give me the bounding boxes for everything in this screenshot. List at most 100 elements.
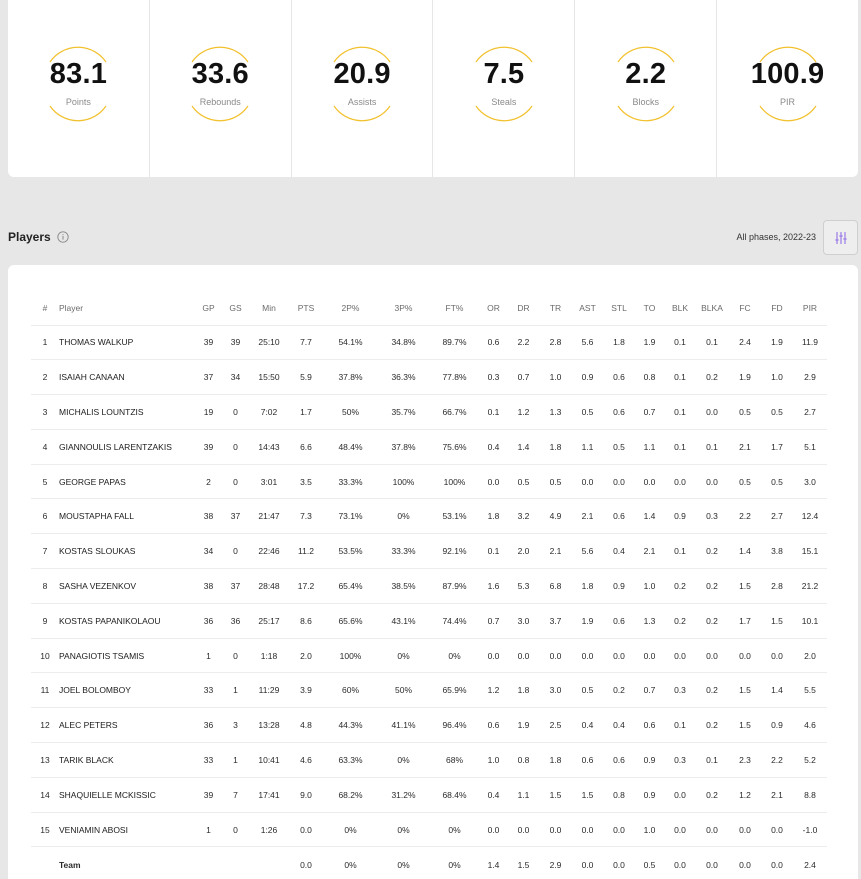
column-header[interactable]: GS <box>222 291 249 326</box>
player-name-link[interactable]: Alec Peters <box>59 707 195 744</box>
stat-cell: 1.1 <box>507 777 540 813</box>
player-name-link[interactable]: Kostas Sloukas <box>59 533 195 570</box>
stat-cell: 37.8% <box>378 429 429 465</box>
stat-label: Assists <box>347 97 377 107</box>
column-header[interactable]: GP <box>195 291 222 326</box>
column-header[interactable]: STL <box>604 291 634 326</box>
stat-cell: 0.9 <box>571 359 604 396</box>
stat-cell: 3.9 <box>289 672 323 709</box>
player-name-link[interactable]: Isaiah Canaan <box>59 359 195 396</box>
player-name-link[interactable]: Michalis Lountzis <box>59 394 195 430</box>
stat-cell: 10:41 <box>249 742 289 778</box>
column-header[interactable]: OR <box>480 291 507 326</box>
column-header[interactable]: PTS <box>289 291 323 326</box>
stat-cell: 0.0 <box>634 638 665 674</box>
column-header: Player <box>59 291 195 326</box>
player-name-link[interactable]: Sasha Vezenkov <box>59 568 195 604</box>
table-row: 5 George Papas 2 0 3:01 3.5 33.3% 100% 100% 0.0 0.… <box>31 464 827 500</box>
column-header[interactable]: TO <box>634 291 665 326</box>
stat-cell: 0.1 <box>695 325 729 361</box>
stat-cell: 39 <box>195 325 222 361</box>
stat-cell: 0.0 <box>695 464 729 500</box>
stat-cell: 1.1 <box>634 429 665 465</box>
filter-button[interactable] <box>823 220 858 255</box>
column-header[interactable]: 3P% <box>378 291 429 326</box>
column-header[interactable]: DR <box>507 291 540 326</box>
column-header[interactable]: FC <box>729 291 761 326</box>
stat-cell: 8 <box>31 568 59 604</box>
stat-cell: 2.7 <box>761 498 793 535</box>
column-header[interactable]: FT% <box>429 291 480 326</box>
stat-cell: 0.1 <box>665 429 695 465</box>
stat-cell: 0.5 <box>507 464 540 500</box>
player-name-link[interactable]: Tarik Black <box>59 742 195 778</box>
stat-cell: 1 <box>222 672 249 709</box>
player-name-link[interactable]: Kostas Papanikolaou <box>59 603 195 639</box>
players-stats-table: # Player GP GS Min PTS 2P% 3P% FT% OR DR TR AST STL TO… <box>31 291 827 879</box>
stat-cell: 1.9 <box>634 325 665 361</box>
stat-cell: 0.5 <box>761 394 793 430</box>
table-row: 7 Kostas Sloukas 34 0 22:46 11.2 53.5% 33.3% 92.… <box>31 533 827 570</box>
stat-cell: 74.4% <box>429 603 480 639</box>
player-name-link[interactable]: Veniamin Abosi <box>59 812 195 848</box>
column-header[interactable]: AST <box>571 291 604 326</box>
stat-cell: 2.5 <box>540 707 571 744</box>
stat-cell: 0.0 <box>289 812 323 848</box>
column-header[interactable]: BLK <box>665 291 695 326</box>
player-name-link[interactable]: George Papas <box>59 464 195 500</box>
table-row: 3 Michalis Lountzis 19 0 7:02 1.7 50% 35.7% 66.7… <box>31 394 827 430</box>
table-row: 6 Moustapha Fall 38 37 21:47 7.3 73.1% 0% 53.1% 1… <box>31 498 827 535</box>
stat-cell: 0.1 <box>480 394 507 430</box>
stat-cell: 1.2 <box>507 394 540 430</box>
column-header[interactable]: BLKA <box>695 291 729 326</box>
stat-cell: -1.0 <box>793 812 827 848</box>
player-name-link[interactable]: Thomas Walkup <box>59 325 195 361</box>
stat-cell: 3.8 <box>761 533 793 570</box>
stat-cell: 0.6 <box>604 498 634 535</box>
info-icon[interactable] <box>57 231 69 243</box>
column-header[interactable]: PIR <box>793 291 827 326</box>
column-header: # <box>31 291 59 326</box>
stat-cell: 5.3 <box>507 568 540 604</box>
stat-cell: 28:48 <box>249 568 289 604</box>
stat-cell: 25:10 <box>249 325 289 361</box>
stat-cell: 0% <box>429 638 480 674</box>
stat-cell: 33 <box>195 742 222 778</box>
stat-cell: 48.4% <box>323 429 378 465</box>
section-title: Players <box>8 230 51 244</box>
column-header[interactable]: TR <box>540 291 571 326</box>
stat-cell: 0.6 <box>604 359 634 396</box>
stat-cell: 2.1 <box>571 498 604 535</box>
stat-cell: 1.5 <box>517 859 530 870</box>
player-name-link[interactable]: Panagiotis Tsamis <box>59 638 195 674</box>
table-row: 4 Giannoulis Larentzakis 39 0 14:43 6.6 48.4% 3… <box>31 429 827 465</box>
stat-cell: 0.1 <box>665 533 695 570</box>
column-header[interactable]: FD <box>761 291 793 326</box>
stat-cell: 13:28 <box>249 707 289 744</box>
stat-cell: 36 <box>222 603 249 639</box>
stat-cell: 0.0 <box>695 394 729 430</box>
stat-label: Rebounds <box>199 97 241 107</box>
player-name-link[interactable]: Shaquielle McKissic <box>59 777 195 813</box>
player-name-link[interactable]: Giannoulis Larentzakis <box>59 429 195 465</box>
stat-cell: 0 <box>222 394 249 430</box>
stat-cell: 0 <box>222 638 249 674</box>
stat-cell: 2.7 <box>793 394 827 430</box>
stat-cell: 0.0 <box>729 812 761 848</box>
stat-cell: 2.8 <box>761 568 793 604</box>
stat-cell: 2 <box>195 464 222 500</box>
stat-cell: 1 <box>195 812 222 848</box>
stat-cell: 0.3 <box>480 359 507 396</box>
stat-cell: 0.0 <box>480 464 507 500</box>
column-header[interactable]: Min <box>249 291 289 326</box>
team-label: Team <box>59 859 81 870</box>
stat-cell: 0.2 <box>695 533 729 570</box>
stat-cell: 0.8 <box>507 742 540 778</box>
player-name-link[interactable]: Moustapha Fall <box>59 498 195 535</box>
column-header[interactable]: 2P% <box>323 291 378 326</box>
stat-cell: 60% <box>323 672 378 709</box>
stat-cell: 37 <box>222 568 249 604</box>
stat-cell: 2.1 <box>761 777 793 813</box>
stat-cell: 5.6 <box>571 325 604 361</box>
player-name-link[interactable]: Joel Bolomboy <box>59 672 195 709</box>
